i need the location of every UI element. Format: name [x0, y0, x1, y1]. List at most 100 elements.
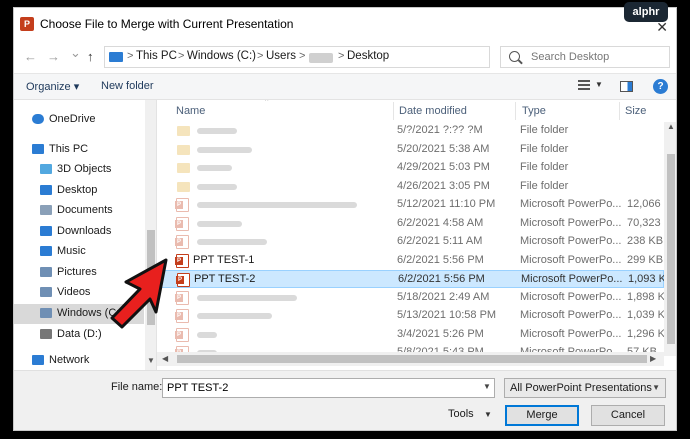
column-size[interactable]: Size: [625, 105, 646, 117]
file-row[interactable]: 5/?/2021 ?:?? ?M File folder: [157, 122, 664, 140]
column-divider[interactable]: [515, 102, 516, 120]
file-type: Microsoft PowerPo...: [521, 273, 623, 285]
redacted-file-name: [197, 239, 267, 245]
document-icon: [40, 205, 52, 215]
sidebar-item[interactable]: Documents: [14, 201, 144, 221]
sidebar-item-label: 3D Objects: [57, 163, 112, 175]
column-name[interactable]: Name: [176, 105, 205, 117]
vertical-scrollbar-thumb[interactable]: [667, 154, 675, 344]
file-row[interactable]: 6/2/2021 5:11 AM Microsoft PowerPo... 238 …: [157, 233, 664, 251]
sidebar-item[interactable]: This PC: [14, 140, 144, 160]
scroll-right-icon[interactable]: ▶: [650, 354, 656, 363]
breadcrumb-windows-c[interactable]: Windows (C:): [187, 50, 256, 62]
column-date-modified[interactable]: Date modified: [399, 105, 467, 117]
file-list: ^ Name Date modified Type Size 5/?/2021 …: [157, 100, 676, 370]
view-options-icon[interactable]: [578, 80, 590, 92]
chevron-down-icon[interactable]: ▼: [484, 410, 492, 419]
scroll-left-icon[interactable]: ◀: [162, 354, 168, 363]
file-row[interactable]: 4/29/2021 5:03 PM File folder: [157, 159, 664, 177]
redacted-file-name: [197, 294, 297, 301]
cube-icon: [40, 164, 52, 174]
sort-indicator-icon: ^: [265, 100, 269, 105]
sidebar-item[interactable]: Downloads: [14, 222, 144, 242]
back-arrow-icon[interactable]: ←: [24, 50, 37, 64]
file-size: 238 KB: [627, 235, 664, 247]
column-divider[interactable]: [619, 102, 620, 120]
file-name: PPT TEST-2: [194, 273, 256, 285]
organize-button[interactable]: Organize ▾: [26, 80, 79, 93]
help-icon[interactable]: ?: [653, 79, 668, 94]
file-type: Microsoft PowerPo...: [520, 216, 622, 229]
merge-button[interactable]: Merge: [505, 405, 579, 426]
dialog-footer: File name: ▼ All PowerPoint Presentation…: [14, 370, 676, 430]
file-size: 1,296 KB: [627, 327, 664, 340]
file-row[interactable]: 5/20/2021 5:38 AM File folder: [157, 141, 664, 159]
file-row[interactable]: 4/26/2021 3:05 PM File folder: [157, 178, 664, 196]
breadcrumb-separator: >: [178, 50, 185, 62]
file-date: 6/2/2021 5:56 PM: [398, 273, 485, 285]
sidebar-item[interactable]: Network: [14, 351, 144, 370]
breadcrumb-users[interactable]: Users: [266, 50, 296, 62]
forward-arrow-icon[interactable]: →: [47, 50, 60, 64]
powerpoint-file-icon: [175, 216, 189, 231]
video-icon: [40, 287, 52, 297]
file-row[interactable]: 6/2/2021 4:58 AM Microsoft PowerPo... 70,3…: [157, 215, 664, 233]
column-type[interactable]: Type: [522, 105, 546, 117]
file-row[interactable]: PPT TEST-2 6/2/2021 5:56 PM Microsoft Powe…: [157, 270, 665, 288]
redacted-file-name: [197, 128, 237, 134]
search-box[interactable]: [500, 46, 670, 68]
sidebar-item-label: OneDrive: [49, 113, 96, 125]
file-name-input[interactable]: [162, 378, 495, 398]
folder-icon: [177, 163, 190, 173]
column-headers: ^ Name Date modified Type Size: [157, 100, 664, 122]
breadcrumb-desktop[interactable]: Desktop: [347, 50, 389, 62]
vertical-scrollbar[interactable]: ▲: [664, 122, 676, 356]
file-size: 70,323 KB: [627, 216, 664, 229]
file-row[interactable]: PPT TEST-1 6/2/2021 5:56 PM Microsoft Powe…: [157, 252, 664, 270]
redacted-file-name: [197, 202, 357, 208]
scroll-down-icon[interactable]: ▼: [147, 356, 155, 365]
tools-button[interactable]: Tools: [448, 408, 474, 420]
horizontal-scrollbar-thumb[interactable]: [177, 355, 647, 363]
sidebar-item-label: Documents: [57, 204, 113, 216]
horizontal-scrollbar[interactable]: ◀ ▶: [157, 352, 664, 366]
file-row[interactable]: 5/12/2021 11:10 PM Microsoft PowerPo... 12…: [157, 196, 664, 214]
column-divider[interactable]: [393, 102, 394, 120]
file-date: 5/18/2021 2:49 AM: [397, 290, 490, 303]
powerpoint-file-icon: [175, 309, 189, 323]
file-type: Microsoft PowerPo...: [520, 290, 622, 303]
breadcrumb-this-pc[interactable]: This PC: [136, 50, 177, 62]
file-type: Microsoft PowerPo...: [520, 253, 622, 266]
sidebar-item-label: This PC: [49, 143, 89, 155]
file-type: File folder: [520, 142, 569, 155]
file-row[interactable]: 5/13/2021 10:58 PM Microsoft PowerPo... 1,…: [157, 307, 664, 325]
red-arrow-annotation: [110, 258, 168, 329]
breadcrumb-separator: >: [127, 50, 134, 62]
redacted-file-name: [197, 165, 232, 171]
scroll-up-icon[interactable]: ▲: [667, 122, 675, 131]
sidebar-item[interactable]: Desktop: [14, 181, 144, 201]
file-type-select[interactable]: All PowerPoint Presentations ▼: [504, 378, 666, 398]
file-date: 5/13/2021 10:58 PM: [397, 309, 497, 321]
new-folder-button[interactable]: New folder: [101, 80, 154, 92]
up-arrow-icon[interactable]: ↑: [87, 50, 94, 64]
file-type: Microsoft PowerPo...: [520, 235, 622, 247]
search-input[interactable]: [531, 49, 666, 65]
recent-locations-icon[interactable]: ⌄: [70, 46, 81, 60]
chevron-down-icon[interactable]: ▼: [483, 382, 491, 391]
redacted-file-name: [197, 220, 242, 227]
preview-pane-icon[interactable]: [620, 81, 633, 92]
file-row[interactable]: 3/4/2021 5:26 PM Microsoft PowerPo... 1,29…: [157, 326, 664, 344]
sidebar-item[interactable]: 3D Objects: [14, 160, 144, 180]
file-row[interactable]: 5/18/2021 2:49 AM Microsoft PowerPo... 1,8…: [157, 289, 664, 307]
redacted-username[interactable]: [309, 53, 333, 63]
address-bar[interactable]: > This PC > Windows (C:) > Users > > Des…: [104, 46, 573, 68]
file-date: 3/4/2021 5:26 PM: [397, 327, 484, 340]
drive-icon: [40, 329, 52, 339]
close-icon[interactable]: ✕: [656, 20, 668, 34]
search-icon: [509, 51, 520, 62]
powerpoint-icon: P: [20, 17, 34, 31]
cancel-button[interactable]: Cancel: [591, 405, 665, 426]
sidebar-item[interactable]: OneDrive: [14, 110, 144, 130]
chevron-down-icon[interactable]: ▼: [595, 80, 603, 89]
